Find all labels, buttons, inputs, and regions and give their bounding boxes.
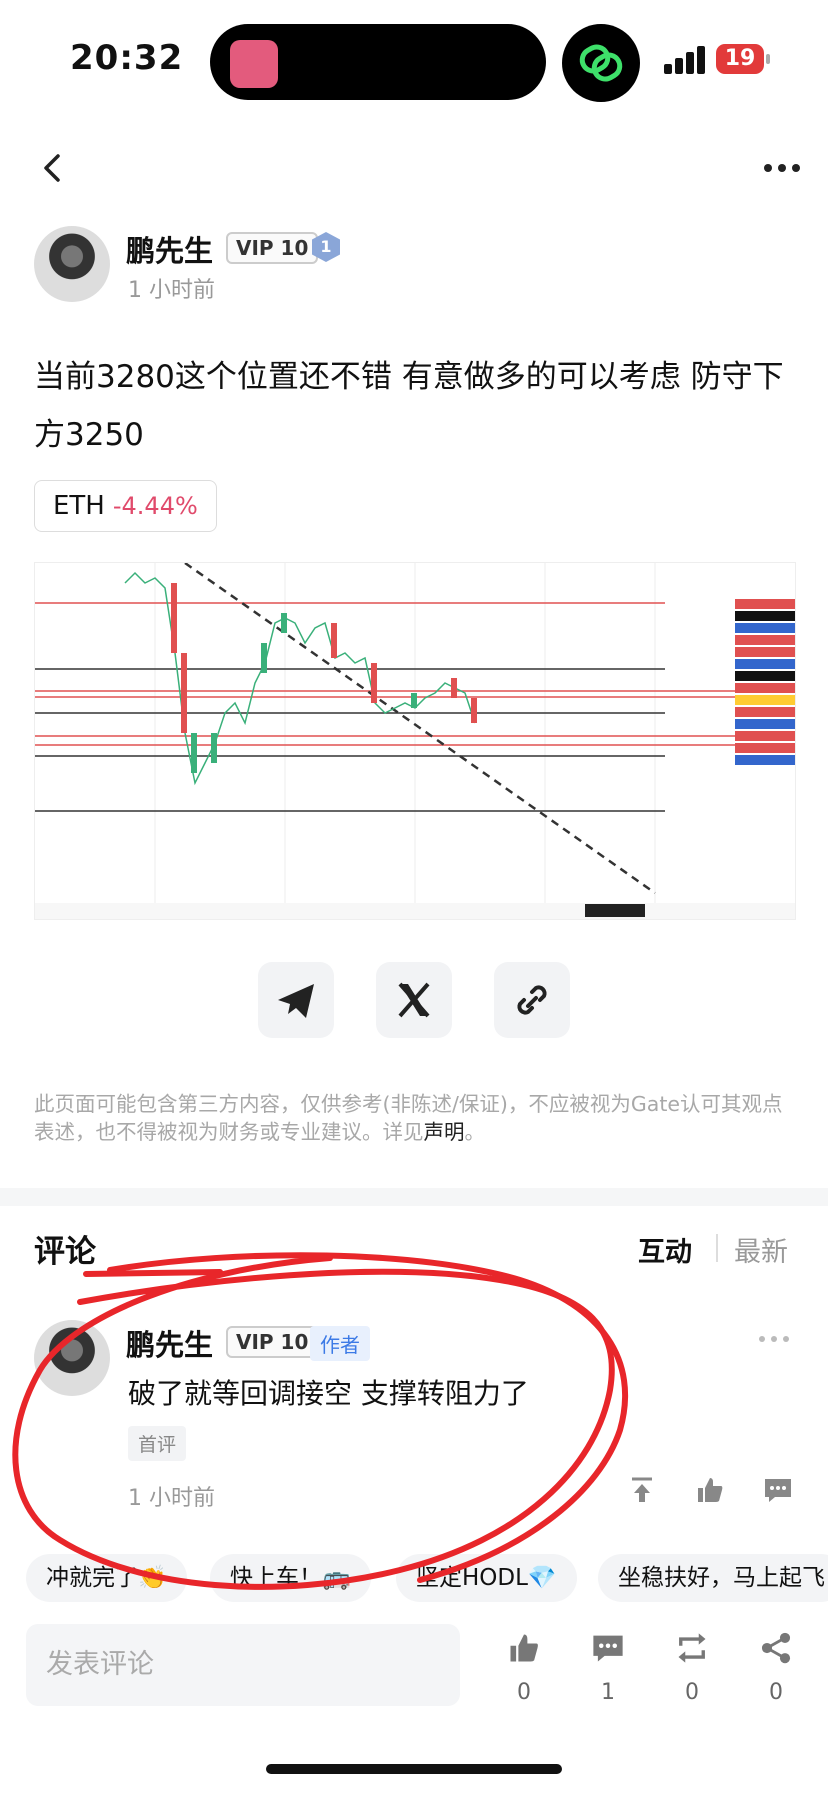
candlestick-chart-graphic xyxy=(35,563,795,919)
disclaimer-end: 。 xyxy=(464,1120,486,1144)
signal-icon xyxy=(664,46,708,74)
x-logo-icon xyxy=(398,982,430,1018)
chevron-left-icon xyxy=(44,154,60,182)
repost-icon xyxy=(678,1633,706,1663)
author-avatar[interactable] xyxy=(34,226,110,302)
comment-button[interactable] xyxy=(590,1630,626,1666)
vip-badge: VIP 10 xyxy=(226,232,319,264)
back-button[interactable] xyxy=(36,150,72,186)
copy-link-button[interactable] xyxy=(494,962,570,1038)
comment-input[interactable]: 发表评论 xyxy=(26,1624,460,1706)
link-icon xyxy=(517,985,547,1015)
token-symbol: ETH xyxy=(53,491,105,521)
post-content: 当前3280这个位置还不错 有意做多的可以考虑 防守下方3250 xyxy=(34,359,784,453)
share-telegram-button[interactable] xyxy=(258,962,334,1038)
home-indicator[interactable] xyxy=(266,1764,562,1774)
app-icon xyxy=(230,40,278,88)
share-count: 0 xyxy=(769,1680,783,1705)
chart-image[interactable] xyxy=(34,562,796,920)
author-name[interactable]: 鹏先生 xyxy=(126,228,213,270)
share-icon xyxy=(761,1632,791,1664)
section-divider xyxy=(0,1188,828,1206)
more-dots-icon xyxy=(764,164,800,172)
token-change: -4.44% xyxy=(112,492,198,520)
link-app-icon xyxy=(562,24,640,102)
disclaimer: 此页面可能包含第三方内容，仅供参考(非陈述/保证)，不应被视为Gate认可其观点… xyxy=(34,1090,794,1146)
disclaimer-link[interactable]: 声明 xyxy=(424,1120,465,1144)
comment-count: 1 xyxy=(601,1680,615,1705)
share-x-button[interactable] xyxy=(376,962,452,1038)
dynamic-island xyxy=(210,24,546,100)
comment-bubble-icon xyxy=(593,1635,623,1662)
thumbs-up-icon xyxy=(510,1634,538,1662)
chain-icon xyxy=(579,44,623,82)
share-button[interactable] xyxy=(758,1630,794,1666)
battery-nub xyxy=(766,54,770,64)
red-circle-annotation xyxy=(12,1252,628,1590)
disclaimer-text: 此页面可能包含第三方内容，仅供参考(非陈述/保证)，不应被视为Gate认可其观点… xyxy=(34,1092,783,1144)
post-time: 1 小时前 xyxy=(128,278,215,303)
status-time: 20:32 xyxy=(70,38,184,78)
repost-count: 0 xyxy=(685,1680,699,1705)
repost-button[interactable] xyxy=(674,1630,710,1666)
battery-indicator: 19 xyxy=(716,44,764,74)
token-tag[interactable]: ETH -4.44% xyxy=(34,480,217,532)
like-button[interactable] xyxy=(506,1630,542,1666)
like-count: 0 xyxy=(517,1680,531,1705)
more-menu-button[interactable] xyxy=(762,160,802,176)
telegram-icon xyxy=(278,984,314,1018)
